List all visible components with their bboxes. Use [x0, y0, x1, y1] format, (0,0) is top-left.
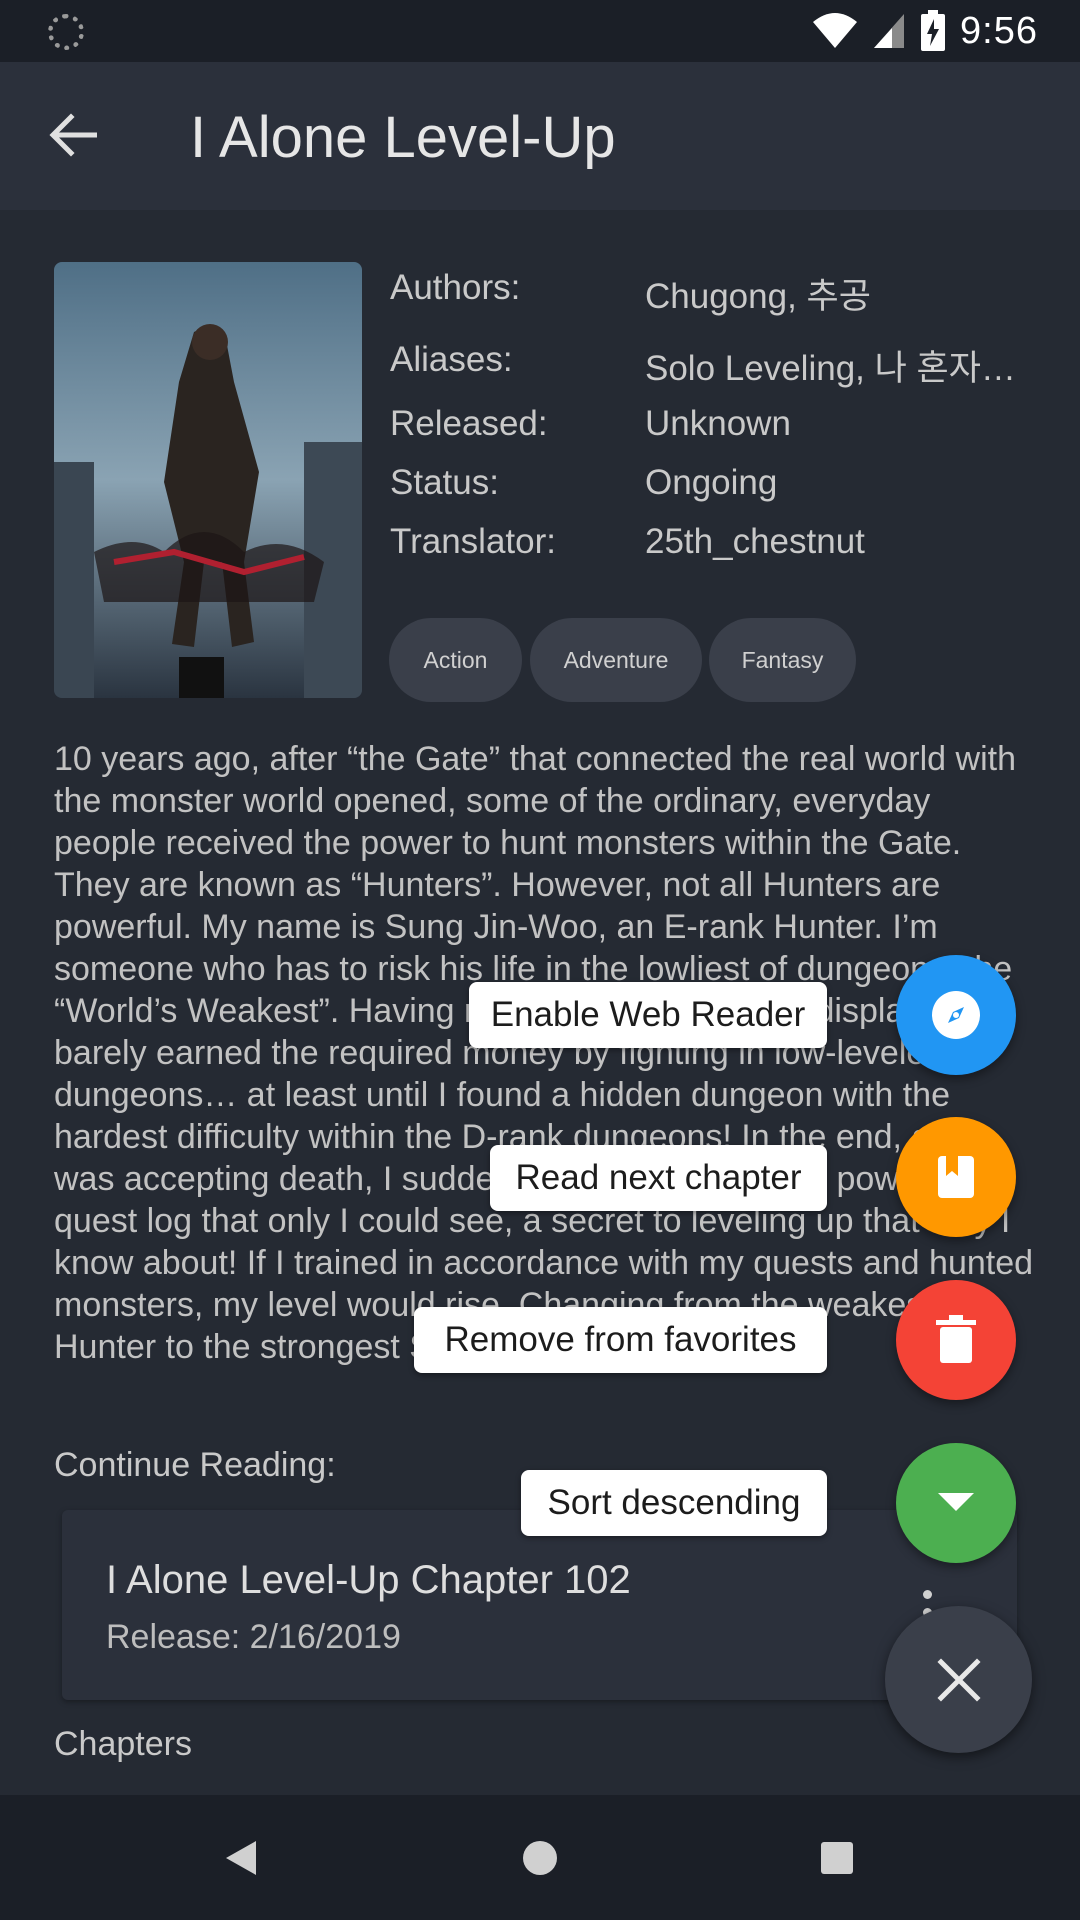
arrow-back-icon: [49, 113, 97, 157]
system-nav-bar: [0, 1795, 1080, 1920]
chapter-release-date: Release: 2/16/2019: [106, 1618, 401, 1656]
released-value: Unknown: [645, 404, 791, 443]
status-value: Ongoing: [645, 463, 778, 502]
chapter-title: I Alone Level-Up Chapter 102: [106, 1558, 631, 1602]
fab-label-enable-web-reader[interactable]: Enable Web Reader: [469, 982, 827, 1048]
battery-charging-icon: [921, 10, 946, 51]
released-label: Released:: [390, 404, 548, 443]
back-button[interactable]: [40, 102, 106, 168]
fab-close-button[interactable]: [885, 1606, 1032, 1753]
close-icon: [936, 1657, 981, 1702]
description-text: 10 years ago, after “the Gate” that conn…: [54, 740, 1034, 1366]
remove-from-favorites-button[interactable]: [896, 1280, 1016, 1400]
nav-recents-button[interactable]: [804, 1825, 870, 1891]
status-label: Status:: [390, 463, 499, 502]
enable-web-reader-button[interactable]: [896, 955, 1016, 1075]
nav-back-icon: [226, 1841, 256, 1875]
genre-chip-fantasy[interactable]: Fantasy: [709, 618, 856, 702]
fab-label-read-next-chapter[interactable]: Read next chapter: [490, 1145, 827, 1211]
nav-home-button[interactable]: [507, 1825, 573, 1891]
read-next-chapter-button[interactable]: [896, 1117, 1016, 1237]
status-icons: 9:56: [812, 8, 1038, 54]
nav-back-button[interactable]: [208, 1825, 274, 1891]
continue-chapter-card[interactable]: I Alone Level-Up Chapter 102 Release: 2/…: [62, 1510, 1017, 1700]
page-title: I Alone Level-Up: [190, 105, 616, 170]
authors-value: Chugong, 추공: [645, 277, 871, 316]
nav-home-icon: [523, 1841, 557, 1875]
authors-label: Authors:: [390, 268, 521, 307]
aliases-label: Aliases:: [390, 340, 513, 379]
genre-chip-adventure[interactable]: Adventure: [530, 618, 702, 702]
nav-recents-icon: [821, 1842, 853, 1874]
trash-icon: [936, 1315, 976, 1363]
genre-chip-action[interactable]: Action: [389, 618, 522, 702]
compass-icon: [932, 991, 980, 1039]
fab-label-remove-from-favorites[interactable]: Remove from favorites: [414, 1307, 827, 1373]
sort-descending-button[interactable]: [896, 1443, 1016, 1563]
translator-value: 25th_chestnut: [645, 522, 865, 561]
translator-label: Translator:: [390, 522, 556, 561]
sync-spinner-icon: [48, 14, 84, 50]
status-time: 9:56: [960, 9, 1038, 52]
book-icon: [938, 1156, 974, 1198]
continue-reading-label: Continue Reading:: [54, 1446, 336, 1484]
wifi-icon: [813, 13, 858, 48]
aliases-value: Solo Leveling, 나 혼자…: [645, 349, 1016, 388]
arrow-drop-down-icon: [938, 1493, 974, 1511]
fab-label-sort-descending[interactable]: Sort descending: [521, 1470, 827, 1536]
status-bar: 9:56: [0, 0, 1080, 62]
chapters-heading: Chapters: [54, 1725, 192, 1763]
app-bar: I Alone Level-Up: [0, 62, 1080, 210]
signal-icon: [874, 14, 905, 48]
cover-image: [54, 262, 362, 698]
